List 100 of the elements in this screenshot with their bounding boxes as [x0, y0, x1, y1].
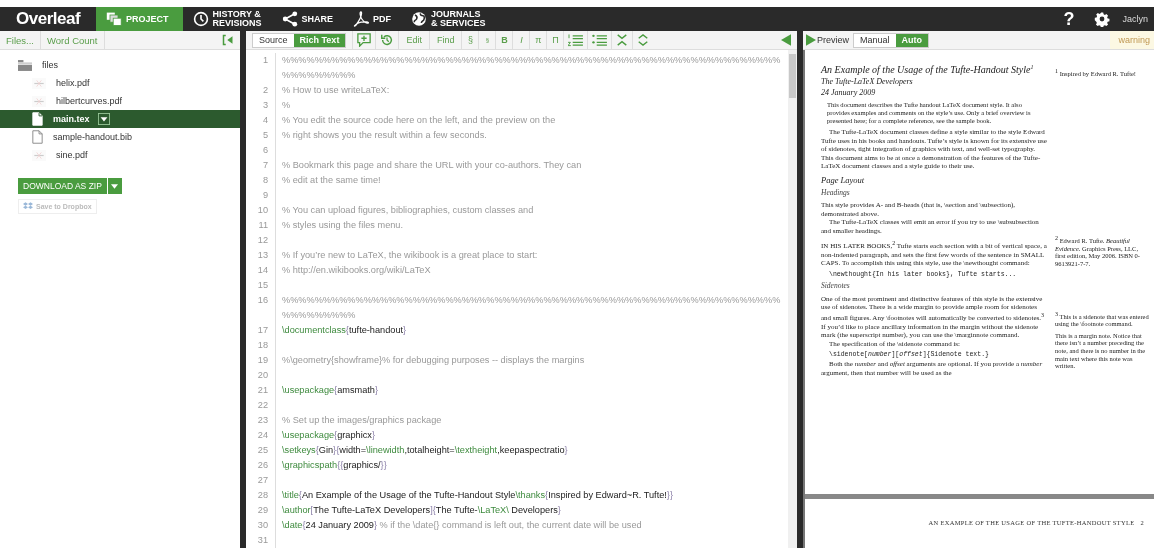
code-line: % right shows you the result within a few seconds. — [281, 129, 488, 142]
line-number: 26 — [246, 458, 276, 473]
windows-icon — [106, 11, 122, 27]
warning-button[interactable]: warning — [1110, 31, 1154, 49]
logo[interactable]: Overleaf — [0, 7, 96, 31]
collapse-left-icon[interactable] — [781, 34, 791, 46]
format-button[interactable]: Π — [546, 31, 564, 49]
document-icon — [32, 130, 43, 144]
pdf-thumbnail-icon — [32, 95, 46, 107]
pdf-thumbnail-icon — [32, 149, 46, 161]
file-item[interactable]: helix.pdf — [0, 74, 240, 92]
line-number: 5 — [246, 128, 276, 143]
history-icon — [380, 33, 395, 47]
nav-button[interactable]: JOURNALS & SERVICES — [401, 7, 496, 31]
document-title: An Example of the Usage of the Tufte-Handout Style$^{1}$ — [821, 64, 1035, 76]
line-number: 17 — [246, 323, 276, 338]
nav-button[interactable]: SHARE — [271, 7, 344, 31]
code-line: %\geometry{showframe}% for debugging purposes -- displays the margins — [281, 354, 586, 367]
code-line: % — [281, 99, 292, 112]
code-line: % http://en.wikibooks.org/wiki/LaTeX — [281, 264, 432, 277]
folder-icon — [18, 59, 32, 71]
code-line: %%%%%%%%%%%%%%%%%%%%%%%%%%%%%%%%%%%%%%%%%%%%%%%%%%%%%%%%%%%%%%%%%%%%%% — [281, 294, 782, 322]
user-name[interactable]: Jaclyn — [1122, 14, 1154, 24]
collapse-icon — [616, 34, 629, 46]
line-number: 10 — [246, 203, 276, 218]
line-number: 19 — [246, 353, 276, 368]
dropdown-caret-icon[interactable] — [97, 113, 110, 125]
pdf-icon — [353, 11, 370, 27]
code-line: % styles using the files menu. — [281, 219, 405, 232]
edit-button[interactable]: Edit — [398, 31, 429, 49]
pdf-thumbnail-icon — [32, 77, 46, 89]
line-number: 6 — [246, 143, 276, 158]
line-number: 24 — [246, 428, 276, 443]
code-line: %%%%%%%%%%%%%%%%%%%%%%%%%%%%%%%%%%%%%%%%%%%%%%%%%%%%%%%%%%%%%%%%%%%%%% — [281, 54, 782, 82]
line-number: 12 — [246, 233, 276, 248]
line-number: 18 — [246, 338, 276, 353]
nav-button[interactable]: HISTORY & REVISIONS — [182, 7, 272, 31]
section-heading: Page Layout — [821, 175, 866, 186]
line-number: 9 — [246, 188, 276, 203]
format-button[interactable]: B — [495, 31, 513, 49]
scrollbar[interactable] — [788, 50, 797, 548]
sidebar-toolbar-link[interactable]: Files... — [0, 31, 41, 49]
code-line: \setkeys{Gin}{width=\linewidth,totalheight=\textheight,keepaspectratio} — [281, 444, 569, 457]
line-number: 1 — [246, 53, 276, 83]
format-button[interactable]: § — [461, 31, 479, 49]
mode-tab[interactable]: Source — [253, 33, 294, 47]
collapse-panel-icon[interactable] — [222, 34, 234, 46]
code-line: \graphicspath{{graphics/}} — [281, 459, 388, 472]
expand-icon — [637, 34, 650, 46]
dropdown-caret-button[interactable] — [107, 178, 122, 194]
settings-icon[interactable] — [1094, 11, 1111, 27]
find-button[interactable]: Find — [428, 31, 462, 49]
share-icon — [281, 11, 298, 27]
document-icon — [32, 112, 43, 126]
code-line: % Bookmark this page and share the URL with your co-authors. They can — [281, 159, 583, 172]
sidebar-toolbar-link[interactable]: Word Count — [41, 31, 105, 49]
file-item[interactable]: main.tex — [0, 110, 240, 128]
play-icon[interactable] — [806, 34, 816, 46]
compile-mode-tab[interactable]: Manual — [854, 33, 896, 47]
file-item[interactable]: hilbertcurves.pdf — [0, 92, 240, 110]
line-number: 4 — [246, 113, 276, 128]
line-number: 15 — [246, 278, 276, 293]
line-number: 2 — [246, 83, 276, 98]
nav-button[interactable]: PDF — [343, 7, 402, 31]
nav-button[interactable]: PROJECT — [96, 7, 183, 31]
caret-icon — [111, 183, 119, 189]
line-number: 28 — [246, 488, 276, 503]
line-number: 8 — [246, 173, 276, 188]
line-number: 13 — [246, 248, 276, 263]
compile-mode-tab[interactable]: Auto — [895, 33, 929, 47]
line-number: 16 — [246, 293, 276, 323]
help-button[interactable]: ? — [1055, 7, 1083, 31]
document-date: 24 January 2009 — [821, 88, 877, 98]
line-number: 25 — [246, 443, 276, 458]
line-number: 3 — [246, 98, 276, 113]
code-line: % How to use writeLaTeX: — [281, 84, 391, 97]
line-number: 23 — [246, 413, 276, 428]
line-number: 29 — [246, 503, 276, 518]
code-line: \title{An Example of the Usage of the Tufte-Handout Style\thanks{Inspired by Edward~R. Tufte!}} — [281, 489, 674, 502]
code-line: \date{24 January 2009} % if the \date{} command is left out, the current date will be used — [281, 519, 643, 532]
numbered-list-icon — [568, 33, 584, 47]
document-author: The Tufte-LaTeX Developers — [821, 77, 914, 87]
line-number: 27 — [246, 473, 276, 488]
format-button[interactable]: I — [512, 31, 530, 49]
logo-text: Overleaf — [16, 9, 81, 29]
folder-name[interactable]: files — [42, 60, 58, 70]
format-button[interactable]: π — [529, 31, 547, 49]
dropbox-icon — [23, 202, 33, 211]
line-number: 31 — [246, 533, 276, 548]
line-number: 22 — [246, 398, 276, 413]
file-item[interactable]: sine.pdf — [0, 146, 240, 164]
code-line: \usepackage{amsmath} — [281, 384, 380, 397]
mode-tab[interactable]: Rich Text — [293, 33, 346, 47]
preview-label: Preview — [817, 35, 849, 45]
download-zip-button[interactable]: DOWNLOAD AS ZIP — [18, 178, 107, 194]
code-line: % If you’re new to LaTeX, the wikibook is a great place to start: — [281, 249, 539, 262]
line-number: 21 — [246, 383, 276, 398]
line-number: 7 — [246, 158, 276, 173]
file-item[interactable]: sample-handout.bib — [0, 128, 240, 146]
line-number: 20 — [246, 368, 276, 383]
